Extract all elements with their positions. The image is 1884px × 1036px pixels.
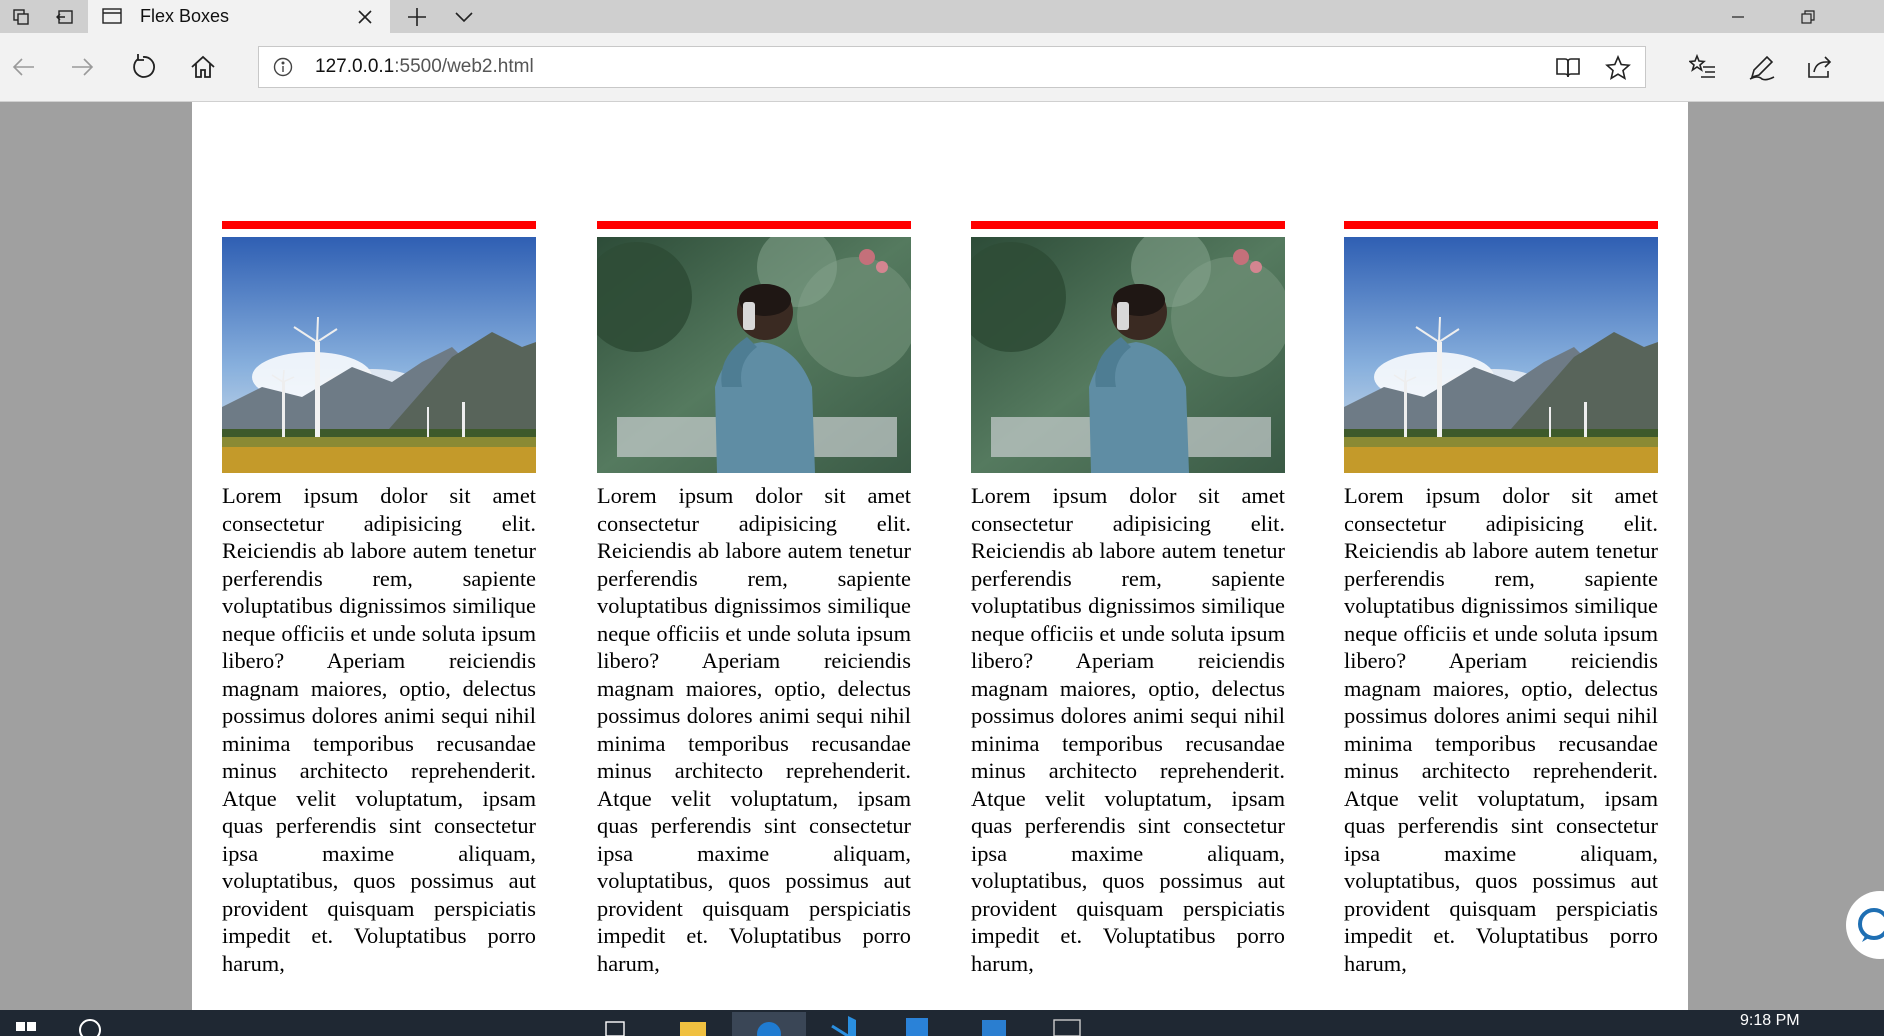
terminal-icon[interactable] <box>1050 1012 1084 1036</box>
reading-view-icon[interactable] <box>1555 56 1581 80</box>
close-icon[interactable] <box>354 6 376 28</box>
favorites-list-icon[interactable] <box>1689 53 1717 81</box>
pen-icon[interactable] <box>1748 53 1776 81</box>
card: Lorem ipsum dolor sit amet consectetur a… <box>222 221 536 977</box>
plus-icon[interactable] <box>404 4 430 30</box>
card-text: Lorem ipsum dolor sit amet consectetur a… <box>597 483 911 976</box>
tab-strip: Flex Boxes <box>0 0 1884 33</box>
url-text[interactable]: 127.0.0.1:5500/web2.html <box>315 56 534 78</box>
card-text: Lorem ipsum dolor sit amet consectetur a… <box>971 483 1285 976</box>
address-bar[interactable]: 127.0.0.1:5500/web2.html <box>258 46 1646 88</box>
card-image <box>222 237 536 473</box>
card-image <box>597 237 911 473</box>
share-icon[interactable] <box>1806 53 1834 81</box>
tab-actions-icon[interactable] <box>0 0 42 33</box>
file-explorer-icon[interactable] <box>676 1012 710 1036</box>
home-icon[interactable] <box>189 53 217 81</box>
card: Lorem ipsum dolor sit amet consectetur a… <box>1344 221 1658 977</box>
forward-arrow-icon[interactable] <box>68 53 96 81</box>
set-aside-tabs-icon[interactable] <box>44 0 86 33</box>
card-image <box>1344 237 1658 473</box>
card-accent-bar <box>222 221 536 229</box>
back-arrow-icon[interactable] <box>10 53 38 81</box>
mail-icon[interactable] <box>976 1012 1010 1036</box>
navigation-bar: 127.0.0.1:5500/web2.html <box>0 33 1884 102</box>
taskbar: 9:18 PM <box>0 1010 1884 1036</box>
task-view-icon[interactable] <box>598 1012 632 1036</box>
page-content: Lorem ipsum dolor sit amet consectetur a… <box>192 102 1688 1010</box>
search-icon[interactable] <box>74 1012 104 1036</box>
card: Lorem ipsum dolor sit amet consectetur a… <box>971 221 1285 977</box>
page-icon <box>102 8 122 24</box>
card: Lorem ipsum dolor sit amet consectetur a… <box>597 221 911 977</box>
windows-start-icon[interactable] <box>10 1012 44 1036</box>
chevron-down-icon[interactable] <box>452 6 476 28</box>
url-host: 127.0.0.1 <box>315 56 395 77</box>
edge-taskbar-button[interactable] <box>732 1012 806 1036</box>
browser-tab[interactable]: Flex Boxes <box>88 0 390 33</box>
chat-assistant-icon[interactable] <box>1842 890 1884 960</box>
refresh-icon[interactable] <box>129 53 157 81</box>
edge-icon <box>757 1022 781 1036</box>
vscode-icon[interactable] <box>826 1012 860 1036</box>
info-icon[interactable] <box>273 57 293 77</box>
minimize-icon[interactable] <box>1710 0 1766 33</box>
card-accent-bar <box>1344 221 1658 229</box>
url-path: :5500/web2.html <box>394 56 534 77</box>
tab-title: Flex Boxes <box>140 6 230 26</box>
card-accent-bar <box>597 221 911 229</box>
restore-icon[interactable] <box>1780 0 1836 33</box>
taskbar-clock[interactable]: 9:18 PM <box>1740 1012 1800 1030</box>
card-text: Lorem ipsum dolor sit amet consectetur a… <box>1344 483 1658 976</box>
card-accent-bar <box>971 221 1285 229</box>
star-icon[interactable] <box>1605 55 1631 81</box>
card-text: Lorem ipsum dolor sit amet consectetur a… <box>222 483 536 976</box>
store-icon[interactable] <box>900 1012 934 1036</box>
card-image <box>971 237 1285 473</box>
